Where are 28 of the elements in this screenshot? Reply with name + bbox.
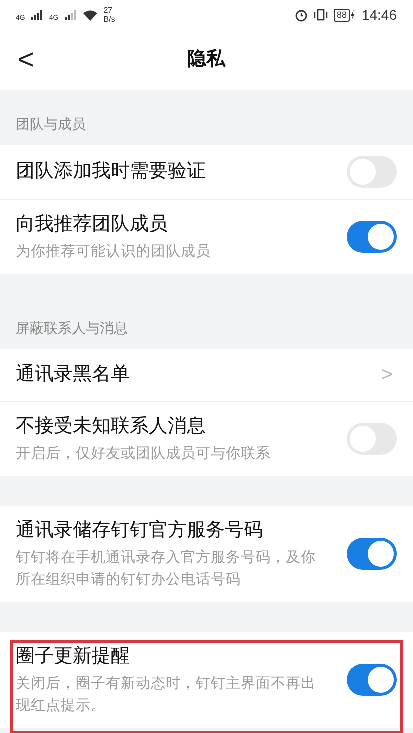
setting-title: 通讯录黑名单 [16,363,131,387]
setting-description: 开启后，仅好友或团队成员可与你联系 [16,444,272,464]
wifi-icon [82,10,98,20]
charging-icon [350,10,356,20]
setting-title: 不接受未知联系人消息 [16,415,207,439]
section-header: 团队与成员 [16,115,86,134]
setting-description: 钉钉将在手机通讯录存入官方服务号码，及你所在组织申请的钉钉办公电话号码 [16,548,317,590]
speed-unit: B/s [104,15,116,24]
signal-icon [64,10,77,20]
toggle-switch[interactable] [347,664,397,696]
section-header: 屏蔽联系人与消息 [16,319,128,338]
toggle-switch[interactable] [347,221,397,253]
setting-title: 通讯录储存钉钉官方服务号码 [16,519,264,543]
setting-description: 为你推荐可能认识的团队成员 [16,243,212,262]
clock: 14:46 [362,6,397,24]
alarm-icon [294,8,308,22]
speed-value: 27 [104,6,114,15]
toggle-switch[interactable] [347,538,397,570]
signal-icon [31,10,44,20]
setting-title: 圈子更新提醒 [16,645,131,669]
vibrate-icon [314,9,328,21]
back-button[interactable]: < [18,46,34,74]
page-title: 隐私 [188,48,226,72]
battery-level: 88 [334,8,350,22]
chevron: > [381,363,393,388]
setting-title: 团队添加我时需要验证 [16,160,207,184]
setting-title: 向我推荐团队成员 [16,213,169,237]
setting-description: 关闭后，圈子有新动态时，钉钉主界面不再出现红点提示。 [16,674,317,716]
